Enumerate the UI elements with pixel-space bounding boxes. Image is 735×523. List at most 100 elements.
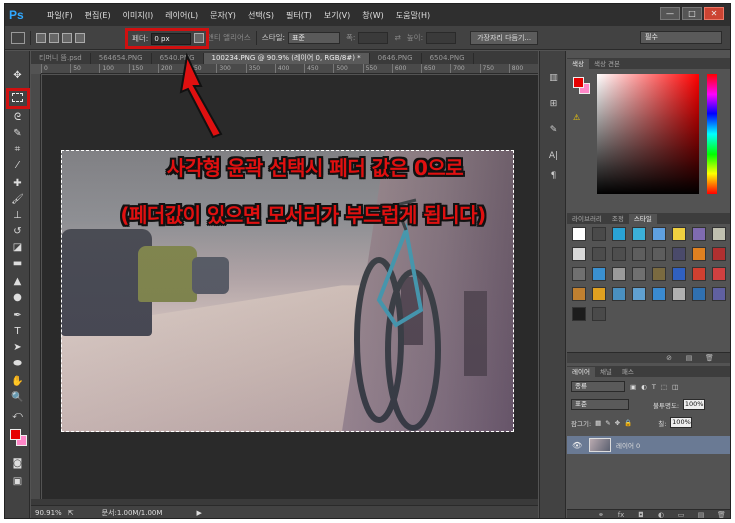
lock-move-icon[interactable]: ✥ <box>615 419 620 427</box>
style-swatch[interactable] <box>652 247 666 261</box>
hue-slider[interactable] <box>707 74 717 194</box>
style-swatch[interactable] <box>612 287 626 301</box>
style-swatch[interactable] <box>692 227 706 241</box>
properties-panel-icon[interactable]: ⊞ <box>546 97 561 110</box>
menu-item[interactable]: 레이어(L) <box>159 10 204 21</box>
mask-icon[interactable]: ◘ <box>637 511 645 518</box>
menu-item[interactable]: 파일(F) <box>41 10 79 21</box>
panel-tab[interactable]: 레이어 <box>567 367 595 377</box>
path-selection-tool-icon[interactable]: ➤ <box>10 341 25 354</box>
rotate-view-icon[interactable]: ⤺ <box>10 409 25 422</box>
panel-tab[interactable]: 채널 <box>595 367 617 377</box>
history-panel-icon[interactable]: ▥ <box>546 71 561 84</box>
screen-mode-icon[interactable]: ▣ <box>10 475 25 488</box>
gradient-tool-icon[interactable]: ▬ <box>10 257 25 270</box>
style-swatch[interactable] <box>592 227 606 241</box>
panel-tab[interactable]: 색상 견본 <box>589 59 625 69</box>
fx-icon[interactable]: fx <box>617 511 625 518</box>
minimize-button[interactable]: — <box>660 7 680 20</box>
link-layers-icon[interactable]: ⚭ <box>597 511 605 518</box>
layer-name[interactable]: 레이어 0 <box>616 440 640 450</box>
style-swatch[interactable] <box>612 247 626 261</box>
no-style-icon[interactable]: ⊘ <box>665 354 673 362</box>
kind-filter-select[interactable]: 종류 <box>571 381 625 392</box>
style-swatch[interactable] <box>592 307 606 321</box>
pen-tool-icon[interactable]: ✒ <box>10 309 25 322</box>
export-icon[interactable]: ⇱ <box>68 509 74 517</box>
shape-tool-icon[interactable]: ⬬ <box>10 357 25 370</box>
style-swatch[interactable] <box>712 267 726 281</box>
style-swatch[interactable] <box>692 247 706 261</box>
menu-item[interactable]: 필터(T) <box>280 10 318 21</box>
panel-tab[interactable]: 조정 <box>607 214 629 224</box>
subtract-selection-icon[interactable] <box>62 32 72 43</box>
style-swatch[interactable] <box>632 247 646 261</box>
blend-mode-select[interactable]: 표준 <box>571 399 629 410</box>
style-swatch[interactable] <box>672 267 686 281</box>
document-tab[interactable]: 564654.PNG <box>91 53 152 64</box>
style-select[interactable]: 표준 <box>288 31 341 44</box>
filter-shape-icon[interactable]: ⬚ <box>661 383 667 391</box>
foreground-color-swatch[interactable] <box>10 429 21 440</box>
healing-brush-tool-icon[interactable]: ✚ <box>10 177 25 190</box>
menu-item[interactable]: 보기(V) <box>318 10 356 21</box>
filter-type-icon[interactable]: T <box>652 383 656 391</box>
filter-adjust-icon[interactable]: ◐ <box>641 383 647 391</box>
new-layer-icon[interactable]: ▤ <box>697 511 705 518</box>
gamut-warning-icon[interactable]: ⚠ <box>573 113 580 122</box>
menu-item[interactable]: 도움말(H) <box>390 10 436 21</box>
opacity-input[interactable]: 100% <box>683 399 706 410</box>
paragraph-panel-icon[interactable]: ¶ <box>546 169 561 182</box>
new-style-icon[interactable]: ▤ <box>685 354 693 362</box>
crop-tool-icon[interactable]: ⌗ <box>10 143 25 156</box>
feather-input[interactable]: 0 px <box>151 32 192 45</box>
style-swatch[interactable] <box>672 227 686 241</box>
new-selection-icon[interactable] <box>36 32 46 43</box>
workspace-select[interactable]: 필수 <box>640 31 722 44</box>
layer-row[interactable]: 👁 레이어 0 <box>567 436 730 454</box>
style-swatch[interactable] <box>652 227 666 241</box>
panel-tab[interactable]: 스타일 <box>628 214 657 224</box>
lock-all-icon[interactable]: 🔒 <box>624 419 632 427</box>
style-swatch[interactable] <box>572 247 586 261</box>
lock-pixels-icon[interactable]: ▦ <box>595 419 601 427</box>
quick-selection-tool-icon[interactable]: ✎ <box>10 127 25 140</box>
character-panel-icon[interactable]: A| <box>546 149 561 162</box>
blur-tool-icon[interactable]: ▲ <box>10 275 25 288</box>
panel-tab[interactable]: 패스 <box>617 367 639 377</box>
style-swatch[interactable] <box>572 287 586 301</box>
quick-mask-icon[interactable]: ◙ <box>10 457 25 470</box>
eyedropper-tool-icon[interactable]: ⁄ <box>10 159 25 172</box>
style-swatch[interactable] <box>652 287 666 301</box>
lock-paint-icon[interactable]: ✎ <box>605 419 610 427</box>
style-swatch[interactable] <box>672 247 686 261</box>
style-swatch[interactable] <box>572 227 586 241</box>
document-tab[interactable]: 6504.PNG <box>422 53 474 64</box>
close-button[interactable]: ✕ <box>704 7 724 20</box>
menu-item[interactable]: 선택(S) <box>242 10 280 21</box>
color-picker-field[interactable] <box>597 74 699 194</box>
style-swatch[interactable] <box>712 247 726 261</box>
intersect-selection-icon[interactable] <box>75 32 85 43</box>
style-swatch[interactable] <box>692 267 706 281</box>
type-tool-icon[interactable]: T <box>10 325 25 338</box>
style-swatch[interactable] <box>612 267 626 281</box>
group-icon[interactable]: ▭ <box>677 511 685 518</box>
style-swatch[interactable] <box>652 267 666 281</box>
menu-item[interactable]: 문자(Y) <box>204 10 242 21</box>
maximize-button[interactable]: □ <box>682 7 702 20</box>
style-swatch[interactable] <box>712 227 726 241</box>
eraser-tool-icon[interactable]: ◪ <box>10 241 25 254</box>
style-swatch[interactable] <box>572 307 586 321</box>
document-tab[interactable]: 0646.PNG <box>370 53 422 64</box>
style-swatch[interactable] <box>672 287 686 301</box>
brush-presets-icon[interactable]: ✎ <box>546 123 561 136</box>
adjustment-icon[interactable]: ◐ <box>657 511 665 518</box>
add-selection-icon[interactable] <box>49 32 59 43</box>
style-swatch[interactable] <box>632 227 646 241</box>
style-swatch[interactable] <box>612 227 626 241</box>
marquee-preset-icon[interactable] <box>11 31 25 44</box>
fill-input[interactable]: 100% <box>670 417 693 428</box>
filter-smart-icon[interactable]: ◫ <box>672 383 678 391</box>
width-input[interactable] <box>358 31 389 44</box>
